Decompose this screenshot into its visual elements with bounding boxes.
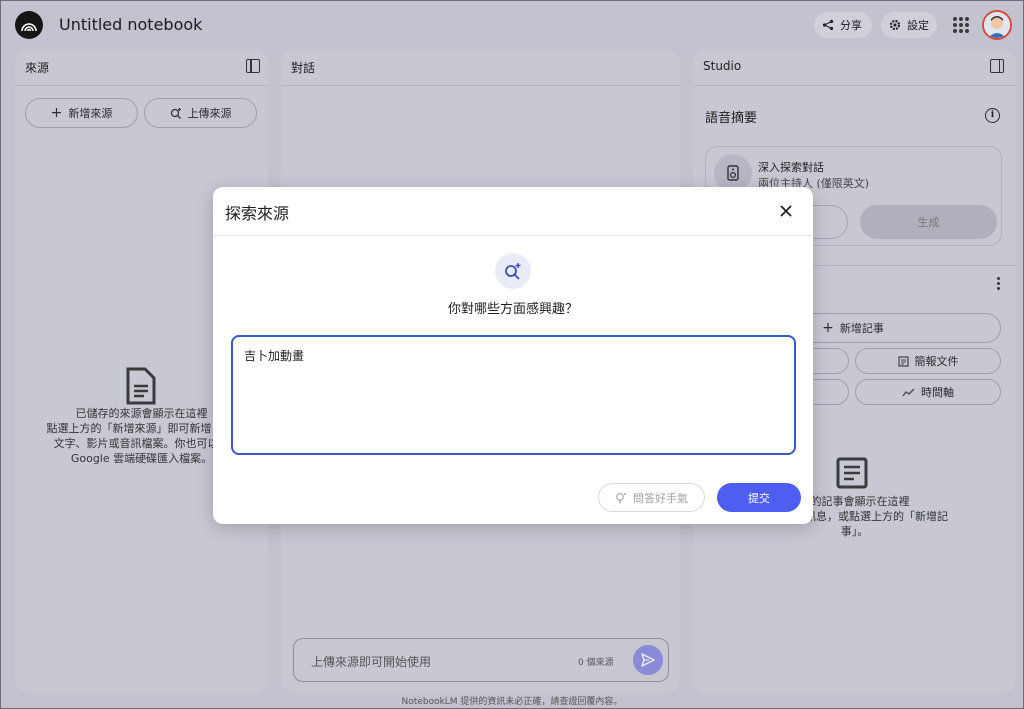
discover-search-icon [170,108,181,119]
divider [213,235,813,236]
dialog-title: 探索來源 [225,204,290,223]
plus-icon: + [50,105,63,121]
divider [15,85,268,86]
app-window: Untitled notebook 分享 設定 來源 + 新增來源 上傳來源 已… [0,0,1024,709]
feeling-lucky-label: 問答好手氣 [633,491,688,505]
gear-icon [889,19,901,31]
add-source-button[interactable]: + 新增來源 [25,98,138,128]
share-button[interactable]: 分享 [814,12,872,38]
share-icon [822,19,834,31]
empty-line: 事」。 [840,525,869,538]
timeline-button[interactable]: 時間軸 [855,379,1001,405]
notebook-title[interactable]: Untitled notebook [59,15,202,34]
document-icon [125,367,157,409]
user-portrait-icon [984,12,1010,38]
upload-source-label: 上傳來源 [187,107,232,120]
submit-button[interactable]: 提交 [717,483,801,512]
source-count: 0 個來源 [578,658,614,668]
collapse-panel-icon[interactable] [246,59,260,73]
audio-overview-heading: 語音摘要 [705,111,758,126]
add-source-label: 新增來源 [68,107,113,120]
info-icon[interactable]: i [985,108,1000,123]
logo-glyph-icon [21,23,37,32]
briefing-doc-icon [897,355,909,367]
lightbulb-icon [616,492,626,503]
chat-panel-title: 對話 [291,61,316,75]
apps-grid-icon[interactable] [953,17,969,33]
divider [693,85,1016,86]
topic-input[interactable]: 吉卜加動畫 [231,335,796,455]
generate-button[interactable]: 生成 [860,205,997,239]
send-icon [641,653,655,667]
chat-input-placeholder: 上傳來源即可開始使用 [311,655,432,669]
sources-panel-title: 來源 [25,61,50,75]
timeline-icon [902,388,915,396]
upload-source-button[interactable]: 上傳來源 [144,98,257,128]
briefing-doc-button[interactable]: 簡報文件 [855,348,1001,374]
timeline-label: 時間軸 [921,386,954,399]
briefing-doc-label: 簡報文件 [914,355,959,368]
top-bar: Untitled notebook 分享 設定 [1,1,1023,47]
audio-card-title: 深入探索對話 [758,161,824,174]
chat-input[interactable]: 上傳來源即可開始使用 0 個來源 [293,638,669,682]
close-icon[interactable] [779,203,793,217]
feeling-lucky-button[interactable]: 問答好手氣 [598,483,705,512]
share-label: 分享 [840,19,862,32]
discover-sparkle-search-icon [495,253,531,289]
dialog-question: 你對哪些方面感興趣？ [447,302,578,317]
notebooklm-logo-icon[interactable] [15,11,43,39]
add-note-label: 新增記事 [839,322,884,335]
collapse-panel-icon[interactable] [990,59,1004,73]
send-button[interactable] [633,645,663,675]
settings-button[interactable]: 設定 [881,12,937,38]
avatar[interactable] [982,10,1012,40]
footer-disclaimer: NotebookLM 提供的資訊未必正確，請查證回覆內容。 [401,697,623,707]
settings-label: 設定 [907,19,929,32]
divider [281,85,680,86]
notes-icon [836,457,868,493]
plus-icon: + [822,320,834,336]
discover-sources-dialog: 探索來源 你對哪些方面感興趣？ 吉卜加動畫 問答好手氣 提交 [213,187,813,524]
more-options-icon[interactable] [997,277,1000,290]
studio-panel-title: Studio [703,59,742,73]
